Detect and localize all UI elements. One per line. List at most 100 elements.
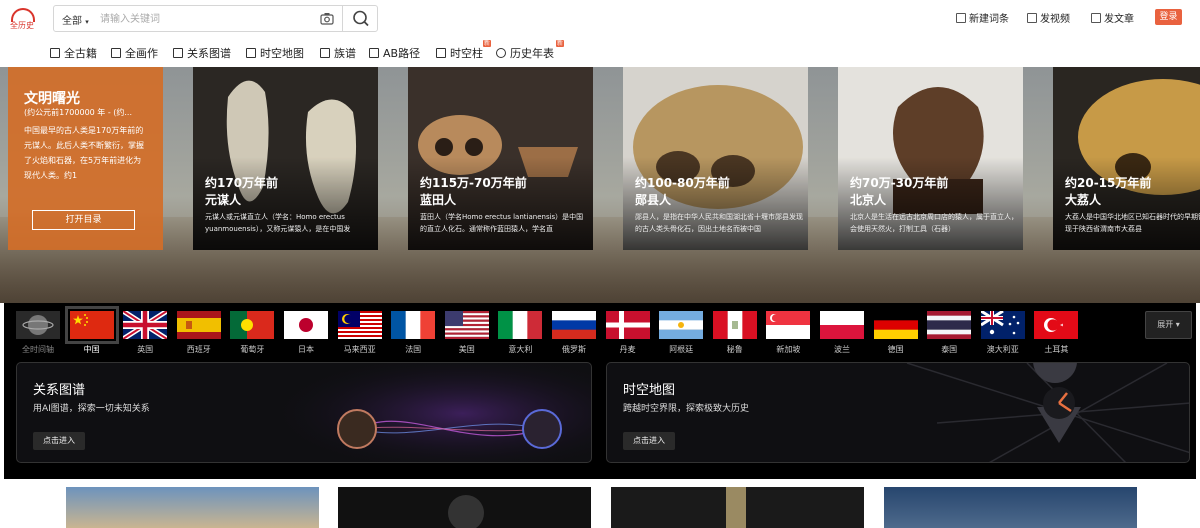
camera-icon[interactable]: [320, 12, 334, 25]
country-label[interactable]: 新加坡: [763, 344, 813, 355]
nav-item-label: 全画作: [125, 47, 158, 60]
country-label[interactable]: 俄罗斯: [549, 344, 599, 355]
nav-item-label: AB路径: [383, 47, 421, 60]
country-label[interactable]: 泰国: [924, 344, 974, 355]
japan-flag-icon[interactable]: [284, 311, 328, 339]
new-badge: 新: [556, 40, 565, 47]
hominid-card[interactable]: 约170万年前 元谋人 元谋人或元谋直立人（学名：Homo erectus yu…: [193, 67, 378, 250]
germany-flag-icon[interactable]: [873, 311, 918, 339]
country-label[interactable]: 西班牙: [174, 344, 224, 355]
country-label[interactable]: 秘鲁: [710, 344, 760, 355]
country-label[interactable]: 日本: [281, 344, 331, 355]
nav-item-label: 族谱: [334, 47, 356, 60]
hominid-card[interactable]: 约100-80万年前 郧县人 郧县人，是指在中华人民共和国湖北省十堰市郧县发现的…: [623, 67, 808, 250]
feature-subtitle: 用AI图谱，探索一切未知关系: [33, 404, 150, 414]
article-thumbnail[interactable]: [884, 487, 1137, 528]
russia-flag-icon[interactable]: [552, 311, 596, 339]
pillar-icon: [436, 48, 446, 58]
top-bar: 全历史 全部 ▾ 新建词条 发视频 发文章 登录: [0, 0, 1200, 36]
card-name: 元谋人: [205, 193, 242, 207]
australia-flag-icon[interactable]: [980, 311, 1025, 339]
country-label[interactable]: 英国: [120, 344, 170, 355]
feature-title: 关系图谱: [33, 383, 86, 398]
main-nav: 全古籍 全画作 关系图谱 时空地图 族谱 AB路径 时空柱新 历史年表新: [0, 38, 1200, 66]
thailand-flag-icon[interactable]: [927, 311, 972, 339]
nav-item-relation-graph[interactable]: 关系图谱: [173, 45, 231, 61]
search-scope-label: 全部: [62, 16, 82, 27]
poland-flag-icon[interactable]: [820, 311, 864, 339]
france-flag-icon[interactable]: [391, 311, 436, 339]
path-icon: [369, 48, 379, 58]
enter-spacetime-map-button[interactable]: 点击进入: [623, 432, 675, 450]
post-article-button[interactable]: 发文章: [1091, 10, 1134, 25]
denmark-flag-icon[interactable]: [605, 311, 650, 339]
malaysia-flag-icon[interactable]: [337, 311, 382, 339]
chevron-down-icon: ▾: [85, 18, 89, 26]
artifact-silhouette: [726, 487, 746, 528]
hominid-card[interactable]: 约20-15万年前 大荔人 大荔人是中国华北地区已知石器时代的早期智人化石发现于…: [1053, 67, 1200, 250]
new-badge: 新: [483, 40, 492, 47]
nav-item-paintings[interactable]: 全画作: [111, 45, 158, 61]
card-period: 约170万年前: [205, 176, 279, 190]
book-icon: [50, 48, 60, 58]
hominid-card[interactable]: 约70万-30万年前 北京人 北京人是生活在远古北京周口店的猿人，属于直立人，会…: [838, 67, 1023, 250]
portrait-silhouette: [448, 495, 484, 528]
site-logo[interactable]: 全历史: [10, 8, 36, 30]
hominid-card[interactable]: 约115万-70万年前 蓝田人 蓝田人（学名Homo erectus lanti…: [408, 67, 593, 250]
country-label[interactable]: 葡萄牙: [227, 344, 277, 355]
card-description: 蓝田人（学名Homo erectus lantianensis）是中国的直立人化…: [420, 213, 584, 233]
search-button[interactable]: [342, 6, 378, 31]
search-input[interactable]: [100, 9, 310, 29]
nav-item-spacetime-pillar[interactable]: 时空柱新: [436, 40, 492, 61]
country-label[interactable]: 全时间轴: [13, 344, 63, 355]
post-video-button[interactable]: 发视频: [1027, 10, 1070, 25]
country-label[interactable]: 意大利: [495, 344, 545, 355]
nav-item-ab-path[interactable]: AB路径: [369, 45, 420, 61]
globe-flag-icon[interactable]: [16, 311, 60, 339]
nav-item-label: 历史年表: [510, 47, 554, 60]
peru-flag-icon[interactable]: [712, 311, 757, 339]
portugal-flag-icon[interactable]: [230, 311, 275, 339]
country-label[interactable]: 澳大利亚: [978, 344, 1028, 355]
singapore-flag-icon[interactable]: [766, 311, 811, 339]
graph-icon: [173, 48, 183, 58]
card-name: 北京人: [850, 193, 887, 207]
country-label[interactable]: 土耳其: [1031, 344, 1081, 355]
article-thumbnail[interactable]: [611, 487, 864, 528]
spain-flag-icon[interactable]: [176, 311, 221, 339]
enter-relation-graph-button[interactable]: 点击进入: [33, 432, 85, 450]
country-label[interactable]: 美国: [442, 344, 492, 355]
new-entry-button[interactable]: 新建词条: [956, 10, 1009, 25]
relation-graph-card[interactable]: 关系图谱 用AI图谱，探索一切未知关系 点击进入: [16, 362, 592, 463]
italy-flag-icon[interactable]: [498, 311, 543, 339]
search-scope-select[interactable]: 全部 ▾: [62, 12, 89, 27]
argentina-flag-icon[interactable]: [659, 311, 704, 339]
article-thumbnail[interactable]: [338, 487, 591, 528]
country-label[interactable]: 丹麦: [603, 344, 653, 355]
open-catalog-button[interactable]: 打开目录: [32, 210, 135, 230]
nav-item-label: 全古籍: [64, 47, 97, 60]
article-thumbnail[interactable]: [66, 487, 319, 528]
china-flag-icon[interactable]: [64, 306, 119, 344]
country-label[interactable]: 中国: [67, 344, 117, 355]
nav-item-ancient-books[interactable]: 全古籍: [50, 45, 97, 61]
country-label[interactable]: 德国: [871, 344, 921, 355]
nav-item-history-chronology[interactable]: 历史年表新: [496, 40, 565, 61]
uk-flag-icon[interactable]: [123, 311, 168, 339]
country-label[interactable]: 波兰: [817, 344, 867, 355]
nav-item-genealogy[interactable]: 族谱: [320, 45, 356, 61]
card-description: 北京人是生活在远古北京周口店的猿人，属于直立人，会使用天然火，打制工具（石器）: [850, 213, 1018, 233]
logo-mark: [11, 8, 35, 22]
country-label[interactable]: 法国: [388, 344, 438, 355]
expand-countries-button[interactable]: 展开 ▾: [1145, 311, 1192, 339]
spacetime-map-card[interactable]: 时空地图 跨越时空界限，探索极致大历史 点击进入: [606, 362, 1190, 463]
era-description: 中国最早的古人类是170万年前的元谋人。此后人类不断繁衍，掌握了火焰和石器，在5…: [24, 126, 144, 180]
usa-flag-icon[interactable]: [444, 311, 489, 339]
nav-item-spacetime-map[interactable]: 时空地图: [246, 45, 304, 61]
era-title: 文明曙光: [24, 91, 80, 107]
country-label[interactable]: 马来西亚: [335, 344, 385, 355]
login-button[interactable]: 登录: [1155, 9, 1182, 25]
turkey-flag-icon[interactable]: [1034, 311, 1079, 339]
card-period: 约20-15万年前: [1065, 176, 1152, 190]
country-label[interactable]: 阿根廷: [656, 344, 706, 355]
